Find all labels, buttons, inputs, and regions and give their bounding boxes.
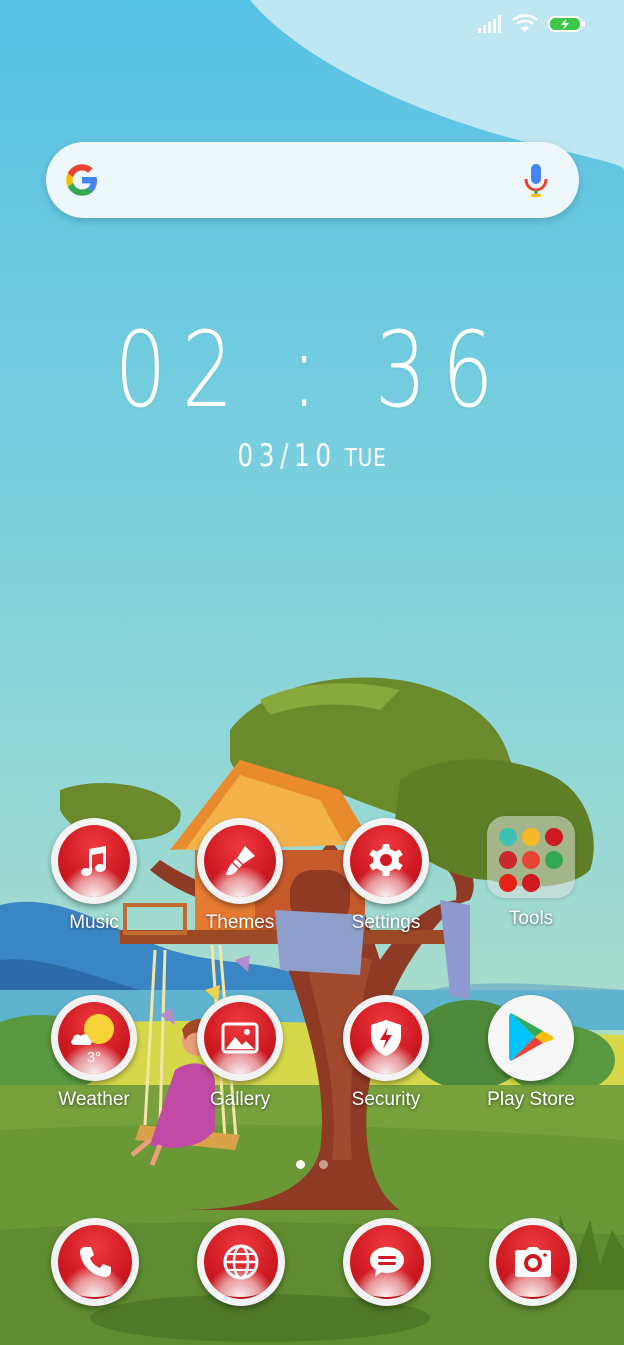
camera-icon — [515, 1247, 551, 1277]
app-label: Themes — [205, 912, 275, 933]
page-dot-active — [296, 1160, 305, 1169]
gear-icon — [369, 844, 403, 876]
shield-bolt-icon — [371, 1020, 401, 1056]
phone-icon — [80, 1247, 111, 1277]
music-note-icon — [81, 846, 106, 876]
app-themes[interactable]: Themes — [167, 818, 313, 934]
app-settings[interactable]: Settings — [313, 818, 459, 934]
google-g-icon — [66, 164, 97, 196]
message-bubble-icon — [370, 1247, 404, 1277]
home-screen: 02 : 36 03/10 TUE Music Themes Settings … — [0, 0, 624, 1345]
dock-camera[interactable] — [489, 1218, 577, 1306]
google-search-bar[interactable] — [46, 142, 579, 218]
day-of-week: TUE — [344, 443, 387, 472]
folder-icon — [487, 816, 575, 898]
status-bar — [478, 14, 586, 34]
clock-date[interactable]: 03/10 TUE — [62, 438, 561, 474]
app-label: Play Store — [487, 1089, 575, 1110]
globe-icon — [223, 1244, 259, 1280]
weather-temperature: 3° — [86, 1048, 102, 1066]
app-label: Weather — [58, 1089, 130, 1110]
app-play-store[interactable]: Play Store — [458, 995, 604, 1111]
page-dot[interactable] — [319, 1160, 328, 1169]
page-indicator — [296, 1160, 328, 1169]
app-label: Security — [351, 1089, 421, 1110]
app-gallery[interactable]: Gallery — [167, 995, 313, 1111]
folder-tools[interactable]: Tools — [458, 814, 604, 930]
signal-bars-icon — [478, 15, 501, 33]
play-store-icon — [509, 1013, 554, 1061]
app-label: Music — [69, 912, 119, 933]
dock-browser[interactable] — [197, 1218, 285, 1306]
app-label: Tools — [508, 908, 554, 929]
date-text: 03/10 — [237, 438, 337, 474]
image-icon — [221, 1022, 259, 1054]
weather-sun-cloud-icon — [71, 1013, 114, 1045]
dock-phone[interactable] — [51, 1218, 139, 1306]
app-security[interactable]: Security — [313, 995, 459, 1111]
paintbrush-icon — [226, 846, 255, 876]
clock-time[interactable]: 02 : 36 — [69, 318, 556, 422]
microphone-icon[interactable] — [523, 162, 549, 198]
battery-charging-icon — [548, 16, 585, 32]
dock-messages[interactable] — [343, 1218, 431, 1306]
app-label: Gallery — [209, 1089, 271, 1110]
app-weather[interactable]: 3° Weather — [21, 995, 167, 1111]
app-music[interactable]: Music — [21, 818, 167, 934]
wifi-icon — [512, 14, 538, 32]
app-label: Settings — [351, 912, 421, 933]
